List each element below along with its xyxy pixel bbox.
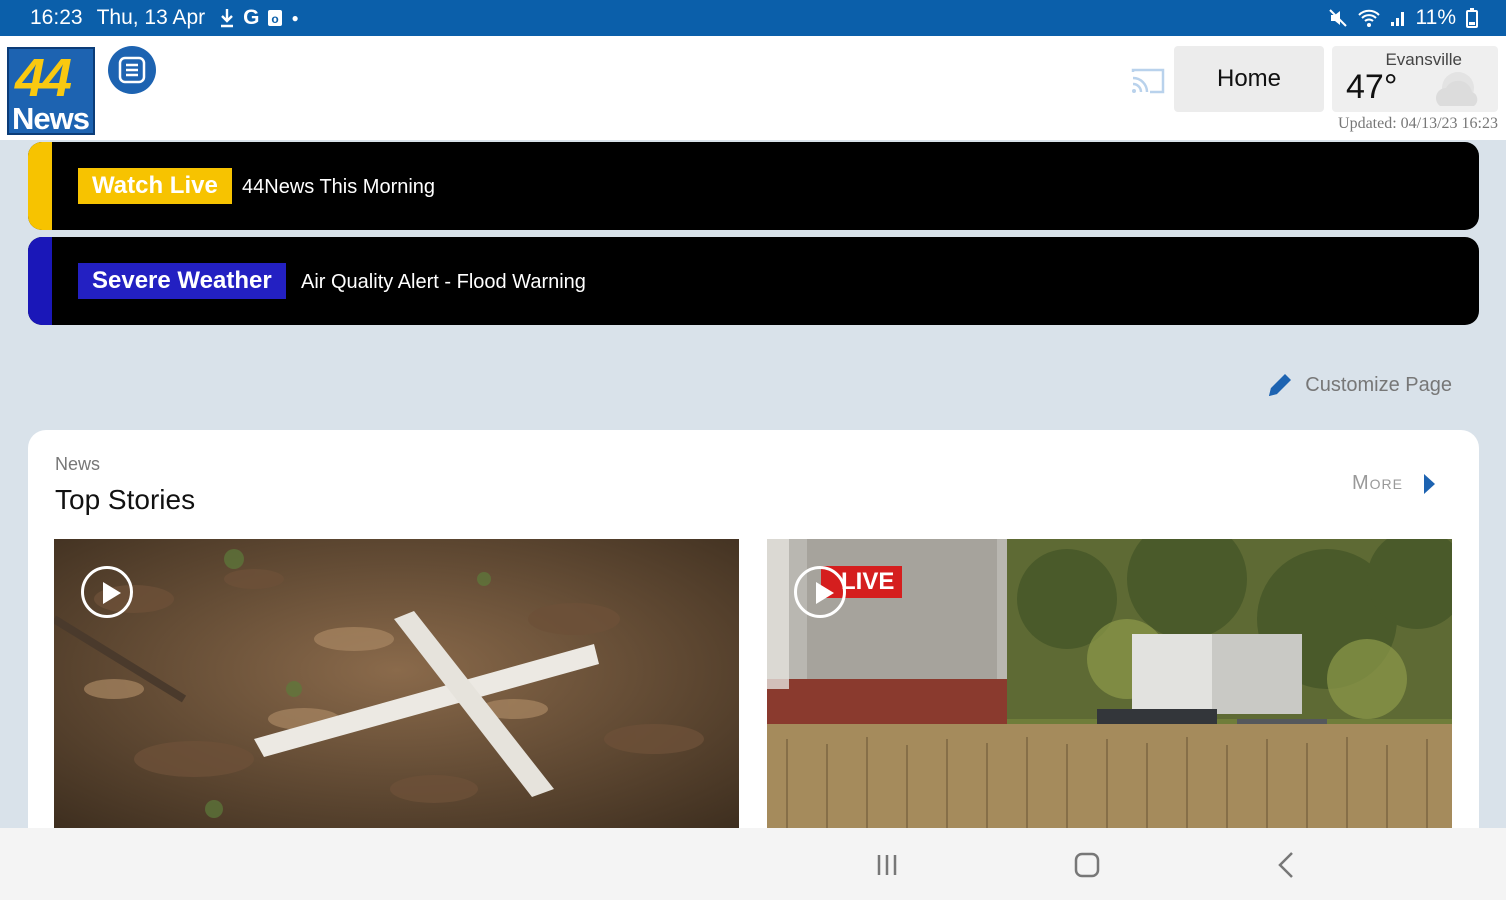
battery-icon: [1466, 8, 1478, 28]
weather-updated: Updated: 04/13/23 16:23: [1338, 115, 1498, 132]
more-button[interactable]: More: [1352, 472, 1435, 495]
watch-live-banner[interactable]: Watch Live 44News This Morning: [28, 142, 1479, 230]
play-icon[interactable]: [81, 566, 133, 618]
watch-live-stripe: [28, 142, 52, 230]
download-icon: [221, 9, 234, 28]
svg-text:o: o: [272, 12, 279, 26]
pencil-icon: [1269, 374, 1292, 396]
google-icon: G: [243, 6, 260, 29]
fallen-cross-image: [54, 539, 739, 831]
section-category: News: [55, 454, 101, 474]
logo-word: News: [12, 101, 90, 136]
severe-weather-message: Air Quality Alert - Flood Warning: [301, 271, 586, 293]
customize-page-button[interactable]: Customize Page: [1265, 370, 1452, 400]
home-button[interactable]: Home: [1174, 46, 1324, 112]
notification-dot-icon: ●: [291, 11, 299, 25]
play-icon[interactable]: [794, 566, 846, 618]
severe-weather-stripe: [28, 237, 52, 325]
cloudy-night-icon: [1436, 72, 1478, 106]
app-header: 44 News Home Evansville 47° Updated: 04/…: [0, 36, 1506, 140]
status-bar: 16:23 Thu, 13 Apr G o ● 11%: [0, 0, 1506, 36]
cast-icon[interactable]: [1130, 66, 1166, 96]
signal-icon: [1390, 12, 1404, 26]
menu-icon: [118, 56, 146, 84]
battery-percent: 11%: [1415, 6, 1456, 29]
clock: 16:23: [30, 6, 83, 29]
wifi-icon: [1357, 9, 1380, 27]
logo-number: 44: [15, 48, 72, 108]
watch-live-tag: Watch Live: [78, 168, 232, 204]
44news-logo[interactable]: 44 News: [7, 47, 95, 136]
story-thumbnail[interactable]: LIVE: [767, 539, 1452, 831]
home-nav-icon[interactable]: [1070, 848, 1104, 882]
severe-weather-banner[interactable]: Severe Weather Air Quality Alert - Flood…: [28, 237, 1479, 325]
weather-temperature: 47°: [1346, 68, 1398, 106]
system-nav-bar: [0, 828, 1506, 900]
back-icon[interactable]: [1270, 848, 1304, 882]
weather-city: Evansville: [1385, 50, 1462, 69]
section-title: Top Stories: [55, 484, 196, 515]
mute-icon: [1328, 9, 1347, 27]
severe-weather-tag: Severe Weather: [78, 263, 286, 299]
outlook-icon: o: [268, 10, 283, 26]
weather-widget[interactable]: Evansville 47°: [1332, 46, 1498, 112]
chevron-right-icon: [1424, 473, 1435, 494]
menu-button[interactable]: [108, 46, 156, 94]
home-label: Home: [1216, 65, 1282, 92]
story-thumbnail[interactable]: [54, 539, 739, 831]
recent-apps-icon[interactable]: [870, 848, 904, 882]
more-label: More: [1352, 472, 1403, 494]
date: Thu, 13 Apr: [96, 6, 206, 29]
watch-live-message: 44News This Morning: [242, 176, 436, 198]
customize-label: Customize Page: [1305, 373, 1452, 396]
